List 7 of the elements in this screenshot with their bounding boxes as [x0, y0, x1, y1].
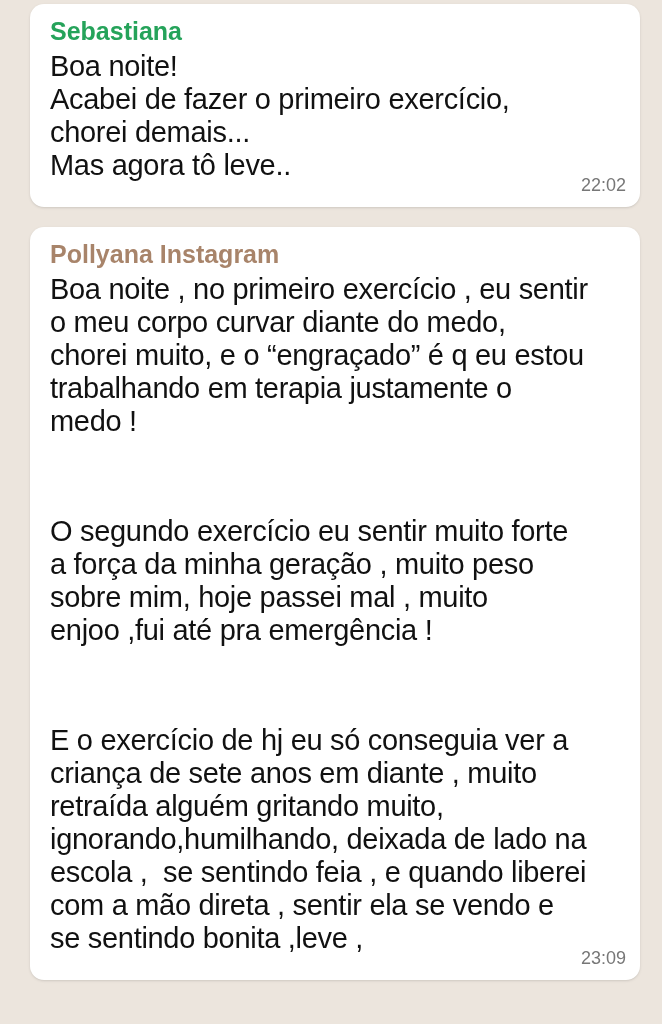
message-text: Boa noite , no primeiro exercício , eu sentir o meu corpo curvar diante do medo, chorei muito, e o “engraçado” é q eu estou trabalhando em terapia justamente o medo ! [50, 273, 589, 438]
sender-name: Pollyana Instagram [50, 239, 281, 269]
sender-name: Sebastiana [50, 16, 183, 46]
message-time: 22:02 [580, 174, 626, 197]
message-time: 23:09 [580, 947, 626, 970]
message-text: Boa noite! Acabei de fazer o primeiro exercício, chorei demais... Mas agora tô leve.. [50, 50, 511, 182]
message-text: O segundo exercício eu sentir muito forte a força da minha geração , muito peso sobre mim, hoje passei mal , muito enjoo ,fui até pra emergência ! [50, 515, 570, 647]
